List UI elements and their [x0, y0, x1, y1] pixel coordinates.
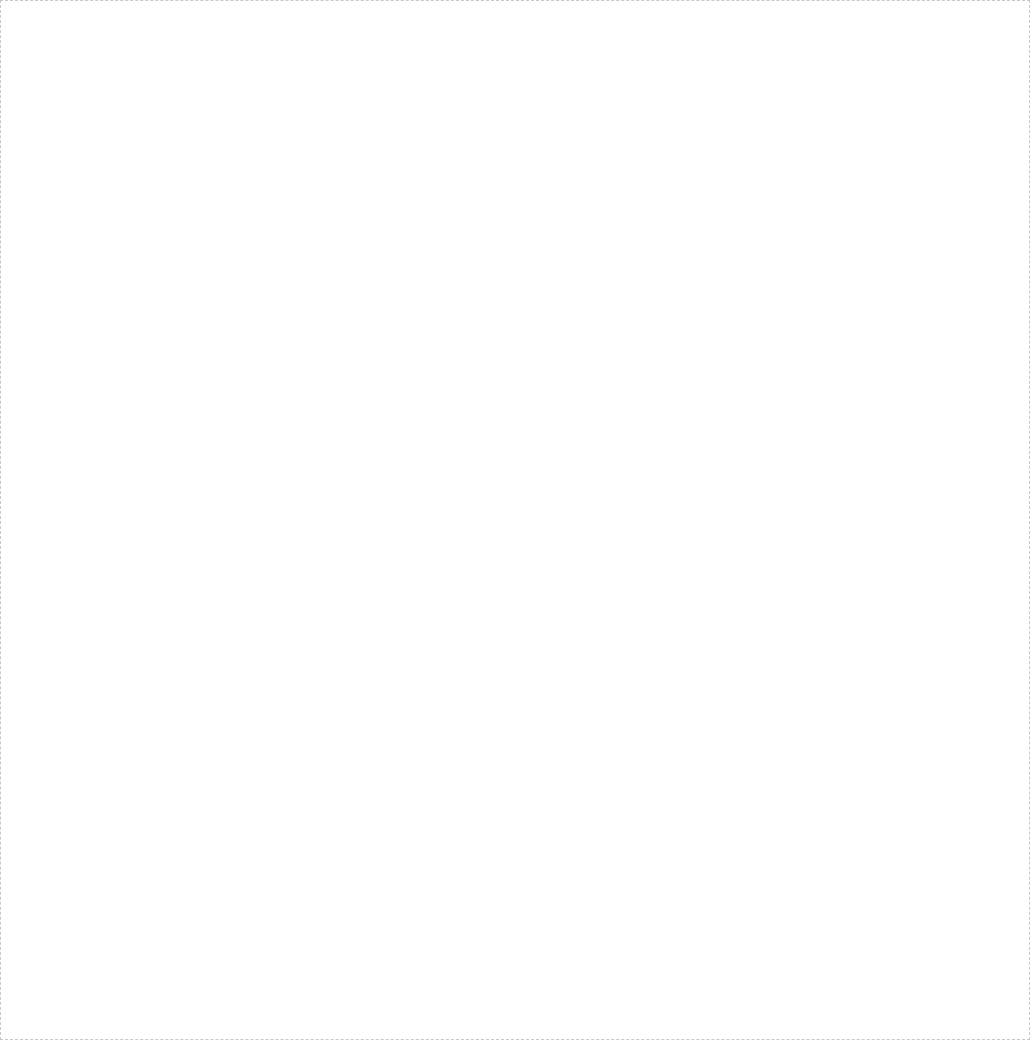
page — [0, 0, 1030, 1040]
